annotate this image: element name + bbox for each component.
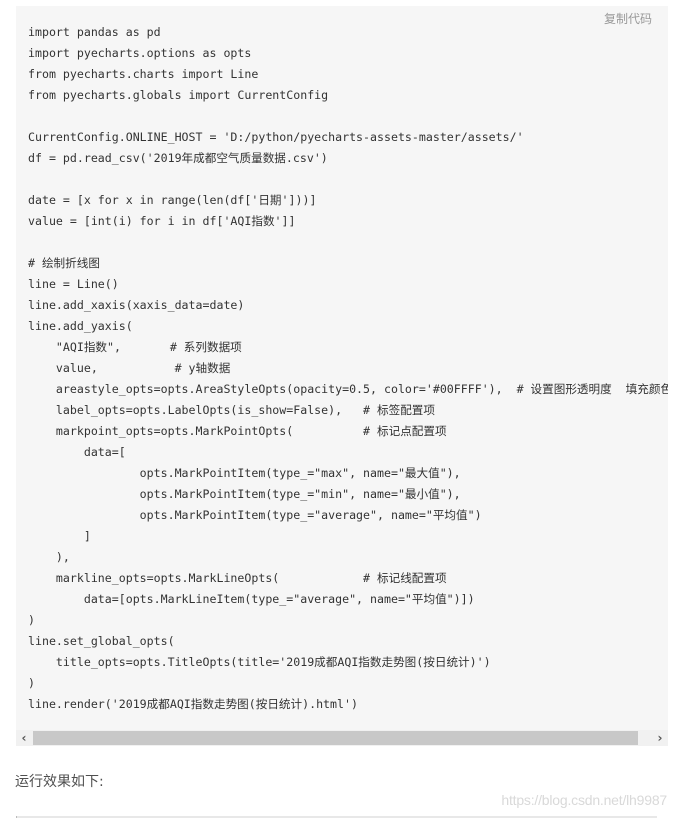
code-line: opts.MarkPointItem(type_="max", name="最大… [28, 466, 461, 480]
code-block: 复制代码 import pandas as pd import pyecharts… [16, 6, 668, 730]
code-line: ), [28, 550, 70, 564]
scrollbar-thumb[interactable] [33, 731, 638, 745]
code-line: # 绘制折线图 [28, 256, 100, 270]
code-line: from pyecharts.globals import CurrentCon… [28, 88, 329, 102]
code-line: label_opts=opts.LabelOpts(is_show=False)… [28, 403, 435, 417]
code-line: CurrentConfig.ONLINE_HOST = 'D:/python/p… [28, 130, 524, 144]
code-line: line.add_xaxis(xaxis_data=date) [28, 298, 245, 312]
code-line: ) [28, 676, 35, 690]
scroll-left-arrow-icon[interactable]: ‹ [16, 730, 32, 746]
code-line: line.render('2019成都AQI指数走势图(按日统计).html') [28, 697, 358, 711]
code-line: import pyecharts.options as opts [28, 46, 252, 60]
code-line: "AQI指数", # 系列数据项 [28, 340, 242, 354]
code-line: df = pd.read_csv('2019年成都空气质量数据.csv') [28, 151, 328, 165]
code-line: value, # y轴数据 [28, 361, 231, 375]
result-heading: 运行效果如下: [15, 774, 104, 790]
code-line: date = [x for x in range(len(df['日期']))] [28, 193, 317, 207]
code-line: ] [28, 529, 91, 543]
code-line: data=[opts.MarkLineItem(type_="average",… [28, 592, 475, 606]
code-line: line = Line() [28, 277, 119, 291]
horizontal-scrollbar[interactable]: ‹ › [16, 730, 668, 746]
code-line: data=[ [28, 445, 126, 459]
code-line: line.add_yaxis( [28, 319, 133, 333]
watermark: https://blog.csdn.net/lh9987 [501, 792, 667, 808]
code-line: markpoint_opts=opts.MarkPointOpts( # 标记点… [28, 424, 447, 438]
code-line: areastyle_opts=opts.AreaStyleOpts(opacit… [28, 382, 668, 396]
code-line: ) [28, 613, 35, 627]
code-content: import pandas as pd import pyecharts.opti… [28, 22, 668, 715]
code-line: title_opts=opts.TitleOpts(title='2019成都A… [28, 655, 491, 669]
code-line: opts.MarkPointItem(type_="min", name="最小… [28, 487, 461, 501]
code-line: import pandas as pd [28, 25, 161, 39]
code-line: line.set_global_opts( [28, 634, 175, 648]
content-divider [16, 816, 657, 818]
code-line: value = [int(i) for i in df['AQI指数']] [28, 214, 296, 228]
code-line: opts.MarkPointItem(type_="average", name… [28, 508, 482, 522]
code-line: markline_opts=opts.MarkLineOpts( # 标记线配置… [28, 571, 447, 585]
scroll-right-arrow-icon[interactable]: › [652, 730, 668, 746]
code-line: from pyecharts.charts import Line [28, 67, 259, 81]
